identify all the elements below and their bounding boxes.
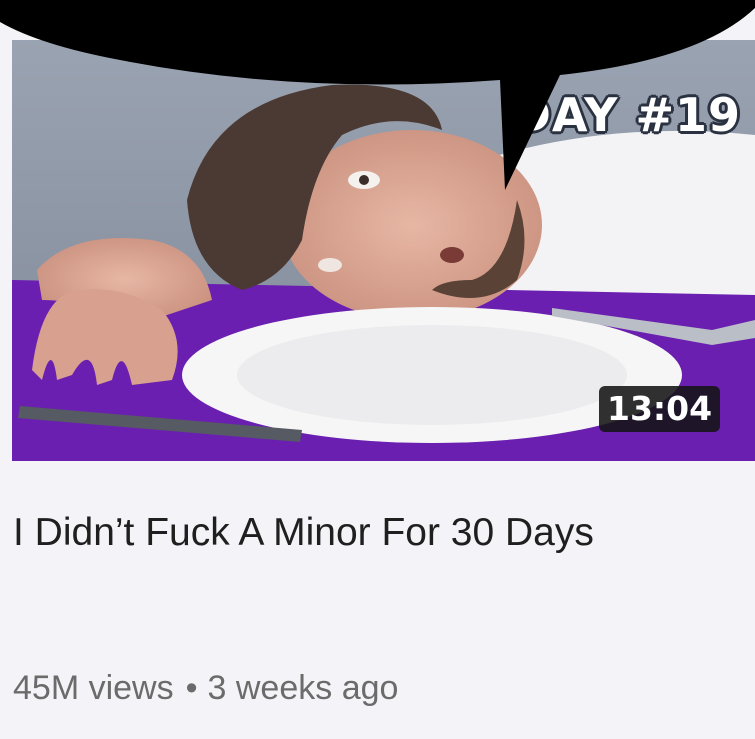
video-title[interactable]: I Didn’t Fuck A Minor For 30 Days [13,496,693,570]
duration-badge: 13:04 [599,386,721,432]
video-card[interactable]: DAY #19 13:04 I Didn’t Fuck A Minor For … [0,0,755,739]
view-count: 45M views [13,669,174,707]
separator-dot: • [185,669,198,707]
day-overlay-text: DAY #19 [512,88,741,142]
upload-age: 3 weeks ago [207,669,399,707]
video-metadata: 45M views • 3 weeks ago [13,671,398,705]
